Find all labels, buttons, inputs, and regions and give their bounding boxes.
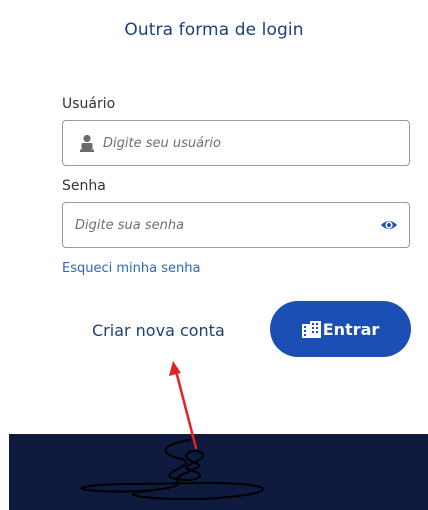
- building-icon: [301, 320, 321, 338]
- create-account-link[interactable]: Criar nova conta: [92, 321, 225, 340]
- eye-icon[interactable]: [380, 217, 398, 233]
- annotation-arrowhead: [169, 361, 181, 376]
- username-input[interactable]: [103, 121, 398, 165]
- footer-bar: [9, 434, 428, 510]
- forgot-password-link[interactable]: Esqueci minha senha: [62, 261, 200, 276]
- page-title: Outra forma de login: [124, 20, 304, 40]
- password-label: Senha: [62, 178, 106, 194]
- username-label: Usuário: [62, 96, 116, 112]
- username-field[interactable]: [62, 120, 410, 166]
- password-field[interactable]: [62, 202, 410, 248]
- password-input[interactable]: [75, 203, 375, 247]
- enter-button[interactable]: Entrar: [270, 301, 411, 357]
- user-icon: [80, 134, 94, 152]
- enter-button-label: Entrar: [322, 319, 380, 339]
